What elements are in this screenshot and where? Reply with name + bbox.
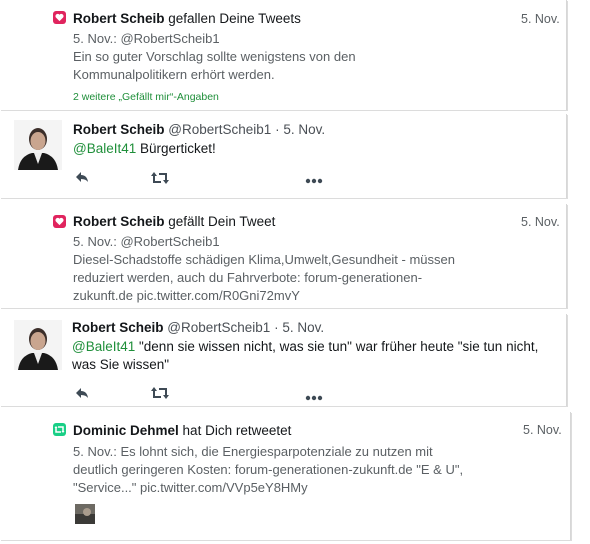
tweet-text: "denn sie wissen nicht, was sie tun" war…	[135, 339, 539, 354]
notification-retweet[interactable]: Dominic Dehmel hat Dich retweetet 5. Nov…	[0, 412, 571, 540]
quoted-text-line: zukunft.de pic.twitter.com/R0Gni72mvY	[73, 288, 300, 303]
author-name[interactable]: Robert Scheib	[73, 122, 165, 137]
author-handle[interactable]: @RobertScheib1	[168, 122, 271, 137]
author-handle[interactable]: @RobertScheib1	[167, 320, 270, 335]
mention-link[interactable]: @BaleIt41	[72, 339, 135, 354]
avatar[interactable]	[14, 320, 62, 370]
more-icon[interactable]	[305, 388, 323, 406]
actor-name[interactable]: Robert Scheib	[73, 214, 165, 229]
action-text: gefallen Deine Tweets	[168, 11, 301, 26]
quoted-text-line: deutlich geringeren Kosten: forum-genera…	[73, 462, 464, 477]
more-icon[interactable]	[305, 171, 323, 189]
quoted-text-line: Kommunalpolitikern erhört werden.	[73, 67, 275, 82]
tweet-date[interactable]: 5. Nov.	[282, 320, 324, 335]
quoted-text-line: reduziert werden, auch du Fahrverbote: f…	[73, 270, 423, 285]
quoted-text-line: "Service..." pic.twitter.com/VVp5eY8HMy	[73, 480, 308, 495]
heart-icon	[53, 11, 66, 24]
actor-name[interactable]: Robert Scheib	[73, 11, 165, 26]
retweet-icon[interactable]	[151, 171, 169, 189]
reply-icon[interactable]	[75, 170, 89, 188]
tweet-text: was Sie wissen"	[72, 357, 170, 372]
heart-icon	[53, 215, 66, 228]
notification-date[interactable]: 5. Nov.	[521, 215, 560, 229]
tweet-text: Bürgerticket!	[136, 141, 216, 156]
quoted-text-line: Diesel-Schadstoffe schädigen Klima,Umwel…	[73, 252, 455, 267]
tweet-2[interactable]: Robert Scheib @RobertScheib1 · 5. Nov. @…	[0, 314, 567, 406]
action-text: hat Dich retweetet	[182, 423, 292, 438]
quoted-text-line: Ein so guter Vorschlag sollte wenigstens…	[73, 49, 356, 64]
quoted-meta: 5. Nov.: @RobertScheib1	[73, 234, 220, 249]
actor-name[interactable]: Dominic Dehmel	[73, 423, 179, 438]
action-text: gefällt Dein Tweet	[168, 214, 276, 229]
quoted-meta: 5. Nov.: @RobertScheib1	[73, 31, 220, 46]
retweet-icon[interactable]	[151, 386, 169, 404]
retweet-badge-icon	[53, 423, 66, 436]
author-name[interactable]: Robert Scheib	[72, 320, 164, 335]
mention-link[interactable]: @BaleIt41	[73, 141, 136, 156]
separator: ·	[274, 320, 279, 335]
notification-date[interactable]: 5. Nov.	[523, 423, 562, 437]
notification-like-1[interactable]: Robert Scheib gefallen Deine Tweets 5. N…	[0, 0, 567, 110]
separator: ·	[275, 122, 280, 137]
quoted-text-line: 5. Nov.: Es lohnt sich, die Energiesparp…	[73, 444, 433, 459]
more-likes-link[interactable]: 2 weitere „Gefällt mir“-Angaben	[73, 89, 219, 106]
notification-like-2[interactable]: Robert Scheib gefällt Dein Tweet 5. Nov.…	[0, 204, 567, 308]
avatar[interactable]	[14, 120, 62, 170]
retweeter-avatar[interactable]	[75, 504, 95, 524]
tweet-1[interactable]: Robert Scheib @RobertScheib1 · 5. Nov. @…	[0, 114, 567, 198]
notification-date[interactable]: 5. Nov.	[521, 12, 560, 26]
reply-icon[interactable]	[75, 386, 89, 404]
tweet-date[interactable]: 5. Nov.	[283, 122, 325, 137]
